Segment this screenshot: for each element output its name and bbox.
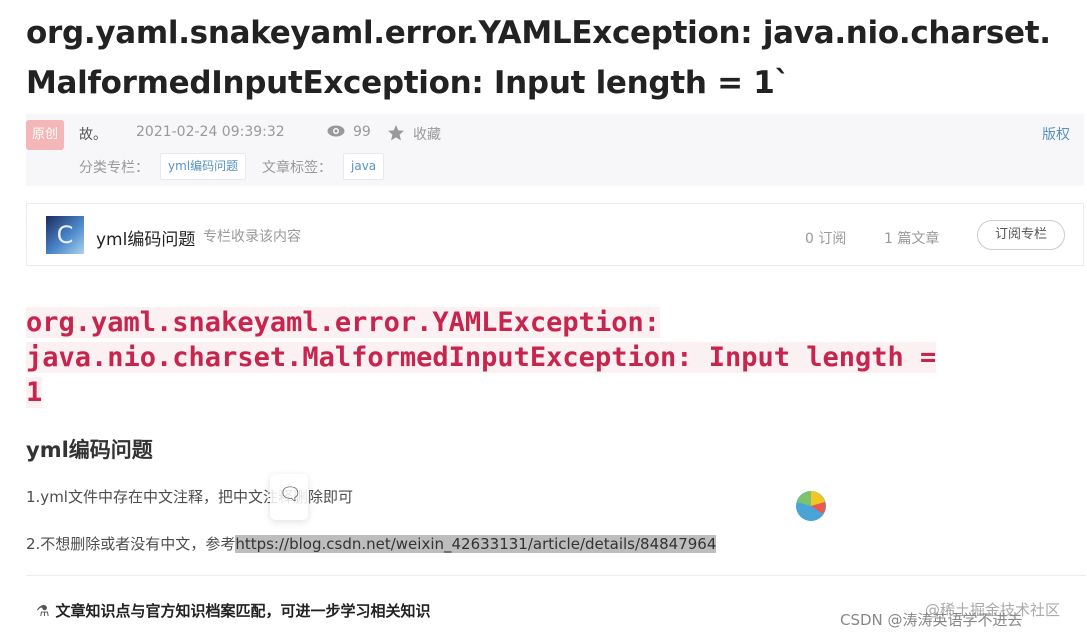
divider: [26, 575, 1086, 576]
original-badge: 原创: [26, 120, 64, 150]
author-name[interactable]: 故。: [79, 124, 107, 144]
column-subscriber-count: 0 订阅: [805, 231, 847, 247]
category-tag[interactable]: yml编码问题: [160, 153, 247, 180]
knowledge-match-banner[interactable]: ⚗ 文章知识点与官方知识档案匹配，可进一步学习相关知识: [36, 600, 430, 621]
article-tag[interactable]: java: [343, 153, 385, 180]
knowledge-icon: ⚗: [36, 602, 50, 620]
column-card: C yml编码问题 专栏收录该内容 0 订阅 1 篇文章 订阅专栏: [26, 203, 1084, 266]
tag-label: 文章标签：: [262, 160, 332, 176]
paragraph-2-text: 2.不想删除或者没有中文，参考: [26, 535, 236, 553]
column-article-count: 1 篇文章: [884, 231, 940, 247]
category-label: 分类专栏：: [79, 160, 149, 176]
code-heading: org.yaml.snakeyaml.error.YAMLException: …: [26, 305, 1076, 410]
favorite-label: 收藏: [413, 127, 441, 143]
article-title: org.yaml.snakeyaml.error.YAMLException: …: [26, 15, 1051, 101]
view-count: 99: [327, 124, 371, 140]
star-icon: [388, 125, 404, 141]
csdn-watermark: CSDN @涛涛英语学不进去: [840, 611, 1023, 629]
favorite-button[interactable]: 收藏: [387, 124, 441, 144]
view-count-value: 99: [353, 124, 371, 140]
copyright-link[interactable]: 版权: [1042, 124, 1070, 144]
code-heading-line2: java.nio.charset.MalformedInputException…: [26, 342, 937, 373]
publish-date: 2021-02-24 09:39:32: [136, 124, 285, 140]
floating-app-icon[interactable]: [795, 490, 827, 522]
knowledge-text: 文章知识点与官方知识档案匹配，可进一步学习相关知识: [55, 602, 431, 620]
section-heading: yml编码问题: [26, 438, 153, 462]
paragraph-2: 2.不想删除或者没有中文，参考https://blog.csdn.net/wei…: [26, 533, 717, 554]
comment-popup[interactable]: 🗨: [270, 474, 308, 520]
column-description: 专栏收录该内容: [203, 229, 301, 245]
article-meta-bar: 原创 故。 2021-02-24 09:39:32 99 收藏 版权 分类专栏：…: [26, 114, 1084, 186]
code-heading-line3: 1: [26, 377, 43, 408]
code-heading-line1: org.yaml.snakeyaml.error.YAMLException:: [26, 307, 660, 338]
comment-icon: 🗨: [279, 484, 302, 505]
eye-icon: [327, 125, 345, 137]
column-avatar[interactable]: C: [46, 216, 84, 254]
subscribe-column-button[interactable]: 订阅专栏: [977, 220, 1065, 250]
reference-link[interactable]: https://blog.csdn.net/weixin_42633131/ar…: [235, 535, 717, 553]
column-name[interactable]: yml编码问题: [96, 225, 195, 250]
